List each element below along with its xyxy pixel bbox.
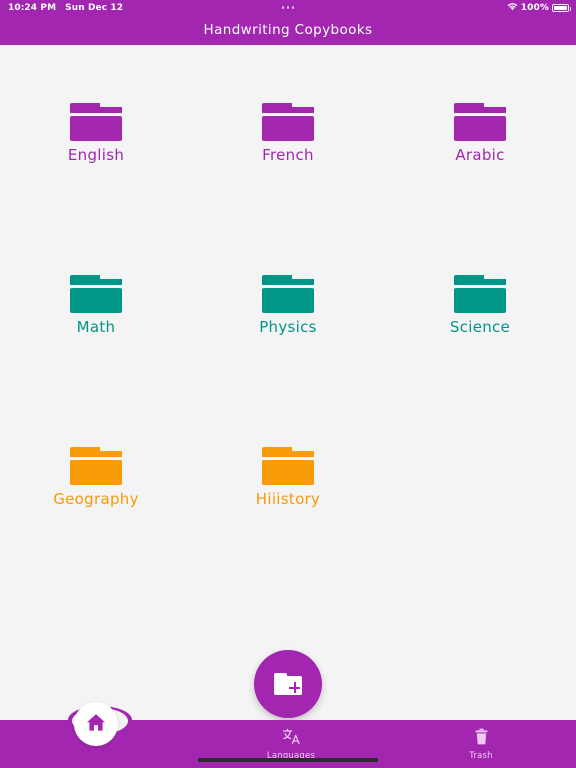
folder-grid: English French Arabic Math Physics Scien… bbox=[0, 45, 576, 720]
folder-icon bbox=[70, 103, 122, 141]
folder-row: Math Physics Science bbox=[0, 275, 576, 447]
nav-item-trash[interactable]: Trash bbox=[386, 720, 576, 768]
folder-item-math[interactable]: Math bbox=[0, 275, 192, 447]
folder-icon bbox=[262, 275, 314, 313]
folder-item-english[interactable]: English bbox=[0, 103, 192, 275]
trash-icon bbox=[474, 728, 489, 749]
folder-icon bbox=[454, 103, 506, 141]
folder-row: Geography Hiiistory bbox=[0, 447, 576, 619]
folder-label: English bbox=[67, 146, 125, 164]
add-folder-button[interactable] bbox=[254, 650, 322, 718]
translate-icon bbox=[282, 728, 301, 749]
folder-icon bbox=[70, 447, 122, 485]
status-bar-right: 100% bbox=[507, 0, 571, 15]
add-folder-icon bbox=[274, 673, 302, 695]
status-time: 10:24 PM bbox=[8, 2, 57, 13]
folder-label: French bbox=[262, 146, 314, 164]
page-title: Handwriting Copybooks bbox=[203, 22, 373, 38]
folder-icon bbox=[70, 275, 122, 313]
folder-label: Math bbox=[76, 318, 116, 336]
plus-icon bbox=[289, 682, 300, 693]
home-indicator[interactable] bbox=[198, 758, 378, 762]
folder-icon bbox=[454, 275, 506, 313]
status-bar: 10:24 PM Sun Dec 12 100% bbox=[0, 0, 576, 15]
bottom-navigation: Languages Trash bbox=[0, 702, 576, 768]
nav-item-label: Trash bbox=[469, 750, 493, 761]
folder-item-french[interactable]: French bbox=[192, 103, 384, 275]
dots-icon bbox=[281, 6, 295, 9]
battery-icon bbox=[552, 3, 571, 12]
app-header: 10:24 PM Sun Dec 12 100% Handwriting Cop… bbox=[0, 0, 576, 45]
wifi-icon bbox=[507, 2, 518, 14]
folder-label: Geography bbox=[53, 490, 139, 508]
folder-icon bbox=[262, 447, 314, 485]
folder-item-hiiistory[interactable]: Hiiistory bbox=[192, 447, 384, 619]
status-bar-left: 10:24 PM Sun Dec 12 bbox=[0, 3, 123, 13]
folder-item-physics[interactable]: Physics bbox=[192, 275, 384, 447]
folder-label: Science bbox=[449, 318, 511, 336]
home-icon bbox=[85, 712, 107, 737]
battery-percent: 100% bbox=[520, 2, 549, 13]
folder-item-science[interactable]: Science bbox=[384, 275, 576, 447]
nav-item-home[interactable] bbox=[74, 702, 118, 746]
folder-label: Hiiistory bbox=[255, 490, 321, 508]
folder-icon bbox=[262, 103, 314, 141]
folder-row: English French Arabic bbox=[0, 103, 576, 275]
folder-label: Arabic bbox=[455, 146, 505, 164]
folder-label: Physics bbox=[259, 318, 317, 336]
folder-item-geography[interactable]: Geography bbox=[0, 447, 192, 619]
folder-item-arabic[interactable]: Arabic bbox=[384, 103, 576, 275]
status-date: Sun Dec 12 bbox=[65, 2, 124, 13]
